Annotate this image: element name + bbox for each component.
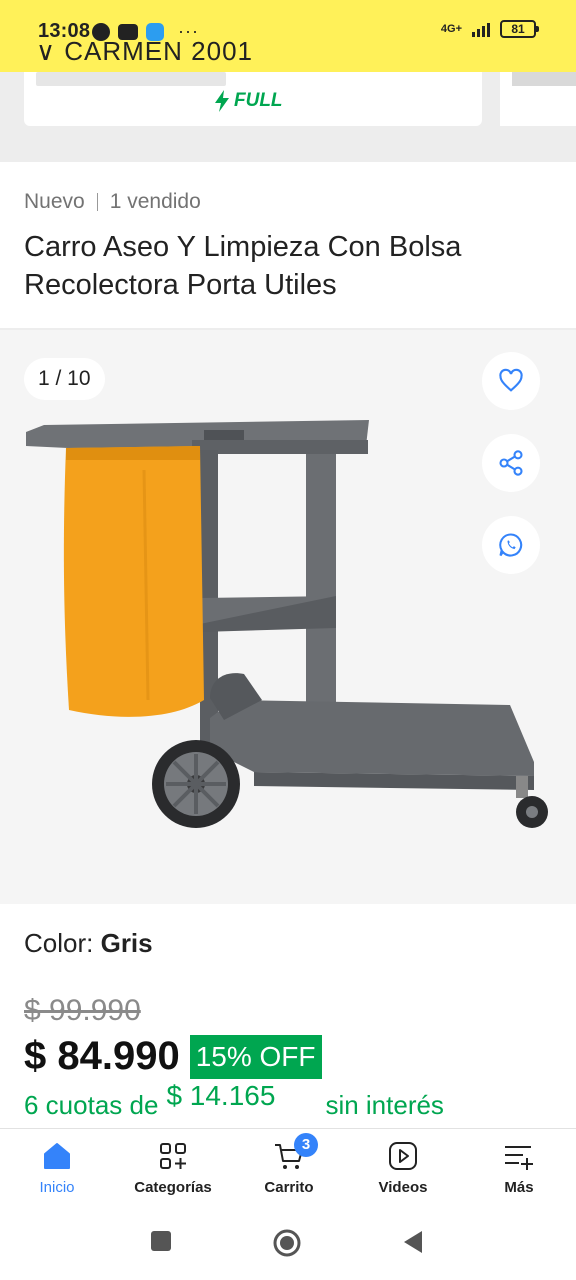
signal-icon — [472, 21, 490, 37]
full-shipping-badge: FULL — [214, 90, 283, 112]
nav-label: Categorías — [134, 1179, 212, 1196]
heart-icon — [499, 368, 523, 392]
original-price: $ 99.990 — [24, 994, 141, 1027]
nav-label: Más — [504, 1179, 534, 1196]
battery-level: 81 — [511, 22, 525, 36]
installments-prefix: 6 cuotas de — [24, 1090, 159, 1120]
video-icon — [389, 1142, 417, 1170]
nav-videos[interactable]: Videos — [348, 1139, 458, 1196]
card-image-placeholder — [512, 72, 576, 86]
color-value: Gris — [100, 928, 153, 958]
product-details: Color: Gris $ 99.990 $ 84.990 15% OFF 6 … — [0, 904, 576, 1130]
image-counter: 1 / 10 — [24, 358, 105, 400]
card-image-placeholder — [36, 72, 226, 86]
battery-icon: 81 — [500, 20, 539, 38]
seller-name-partial[interactable]: ∨ CARMEN 2001 — [36, 36, 253, 67]
categories-icon — [160, 1143, 186, 1169]
nav-categorias[interactable]: Categorías — [118, 1139, 228, 1196]
product-image-cleaning-cart — [26, 420, 548, 828]
menu-plus-icon — [505, 1146, 533, 1170]
discount-badge: 15% OFF — [189, 1034, 322, 1079]
home-icon — [44, 1143, 70, 1169]
installments-amount: $ 14.165 — [166, 1080, 276, 1111]
sold-count: 1 vendido — [109, 190, 201, 213]
product-title: Carro Aseo Y Limpieza Con Bolsa Recolect… — [24, 231, 462, 301]
cart-count-badge: 3 — [294, 1133, 318, 1157]
status-right: 4G+ 81 — [440, 20, 539, 38]
condition-label: Nuevo — [24, 190, 85, 213]
system-navigation-bar — [0, 1214, 576, 1280]
bottom-navigation: Inicio Categorías 3 Carrito Videos Más — [0, 1128, 576, 1214]
full-badge-label: FULL — [234, 90, 283, 111]
back-icon[interactable] — [402, 1230, 424, 1254]
product-subtitle: Nuevo 1 vendido — [24, 190, 201, 214]
color-selection[interactable]: Color: Gris — [24, 928, 153, 959]
nav-label: Inicio — [39, 1179, 75, 1196]
current-price: $ 84.990 — [24, 1034, 180, 1078]
color-label: Color: — [24, 928, 94, 958]
price-row: $ 84.990 15% OFF — [24, 1034, 322, 1079]
installments-suffix: sin interés — [325, 1090, 444, 1120]
product-gallery[interactable]: 1 / 10 — [0, 330, 576, 904]
home-button-icon[interactable] — [272, 1228, 302, 1258]
nav-label: Carrito — [264, 1179, 314, 1196]
network-type: 4G+ — [440, 23, 462, 35]
lightning-icon — [215, 90, 229, 112]
nav-label: Videos — [378, 1179, 428, 1196]
nav-mas[interactable]: Más — [464, 1139, 574, 1196]
nav-carrito[interactable]: 3 Carrito — [234, 1133, 344, 1196]
installments-line: 6 cuotas de $ 14.165 sin interés — [24, 1080, 444, 1121]
recent-apps-icon[interactable] — [150, 1230, 172, 1252]
divider — [96, 193, 98, 211]
nav-inicio[interactable]: Inicio — [2, 1139, 112, 1196]
product-header: Nuevo 1 vendido Carro Aseo Y Limpieza Co… — [0, 162, 576, 328]
